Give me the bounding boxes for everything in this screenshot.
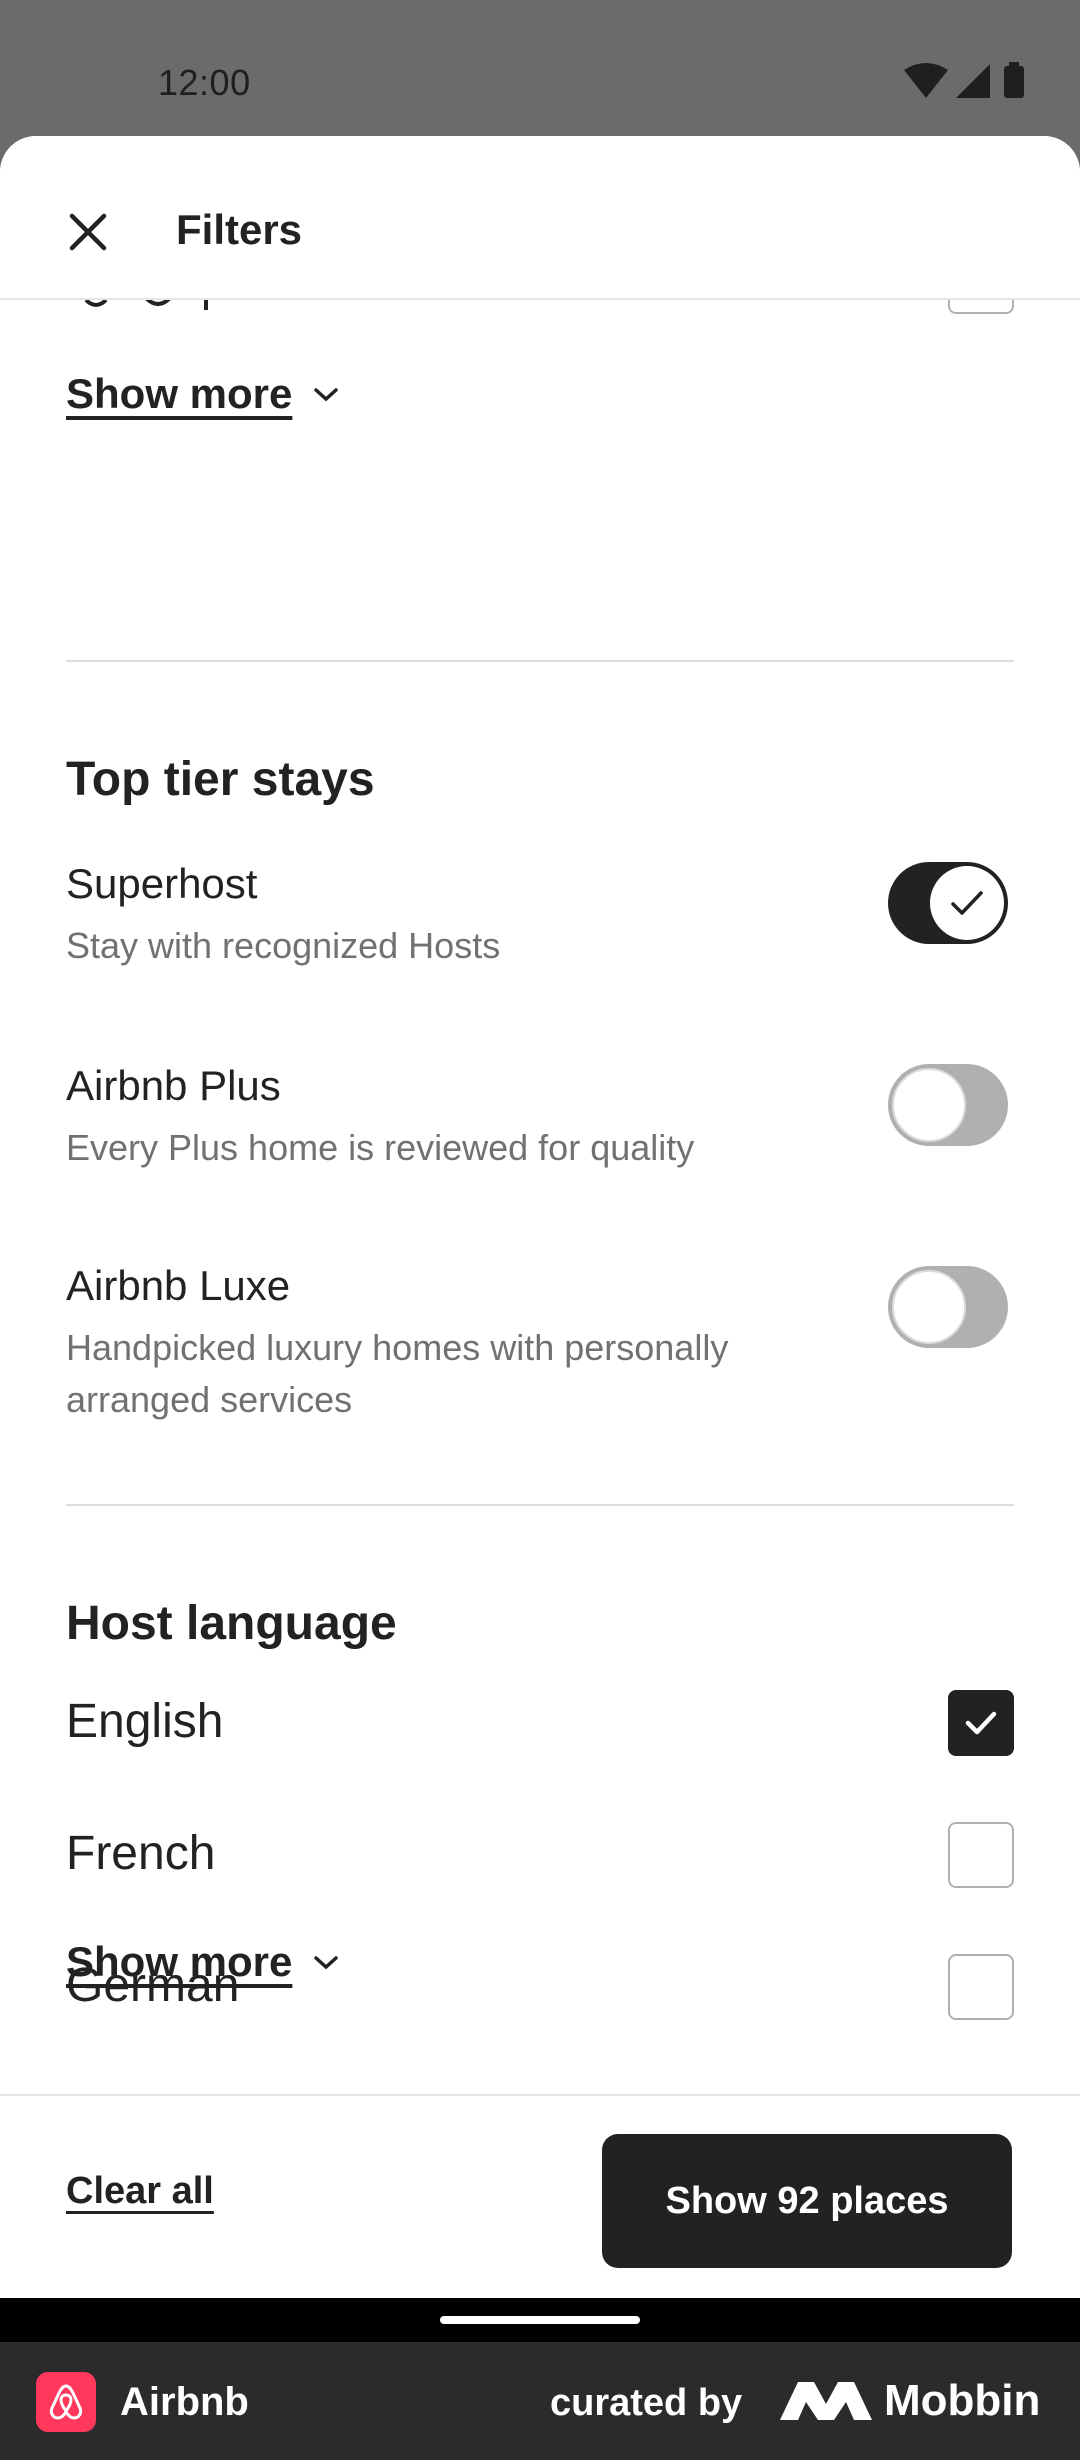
status-icons — [904, 62, 1024, 98]
page-title: Filters — [176, 206, 303, 253]
filters-sheet: Filters Show more Top tier stays Superho… — [0, 136, 1080, 2298]
language-label: French — [66, 1827, 216, 1880]
checkmark-icon — [951, 891, 983, 915]
chevron-down-icon — [312, 1952, 340, 1972]
language-option-french[interactable]: French — [66, 1822, 1014, 1888]
attribution-bar: Airbnb curated by Mobbin — [0, 2342, 1080, 2460]
language-label: English — [66, 1695, 224, 1748]
toggle-row-airbnb-luxe: Airbnb Luxe Handpicked luxury homes with… — [66, 1262, 1014, 1426]
sheet-header: Filters — [0, 136, 1080, 300]
section-divider — [66, 660, 1014, 662]
airbnb-plus-toggle[interactable] — [888, 1064, 1008, 1146]
close-button[interactable] — [54, 198, 122, 266]
clear-all-button[interactable]: Clear all — [66, 2170, 214, 2213]
truncated-row-remnant — [66, 300, 606, 312]
toggle-knob — [892, 1068, 966, 1142]
app-name: Airbnb — [120, 2380, 249, 2424]
toggle-knob — [892, 1270, 966, 1344]
toggle-label: Superhost — [66, 860, 258, 907]
close-icon — [69, 213, 107, 251]
status-bar: 12:00 — [0, 0, 1080, 136]
show-more-label: Show more — [66, 1938, 293, 1985]
truncated-checkbox[interactable] — [948, 300, 1014, 314]
sheet-footer: Clear all Show 92 places — [0, 2094, 1080, 2298]
wifi-icon — [904, 63, 948, 98]
german-checkbox[interactable] — [948, 1954, 1014, 2020]
show-places-button[interactable]: Show 92 places — [602, 2134, 1012, 2268]
battery-icon — [1004, 66, 1024, 98]
checkmark-icon — [965, 1711, 997, 1735]
toggle-knob — [930, 866, 1004, 940]
curated-by-label: curated by — [550, 2382, 743, 2424]
french-checkbox[interactable] — [948, 1822, 1014, 1888]
chevron-down-icon — [312, 384, 340, 404]
show-more-previous[interactable]: Show more — [66, 370, 340, 418]
english-checkbox[interactable] — [948, 1690, 1014, 1756]
toggle-label: Airbnb Luxe — [66, 1262, 291, 1309]
language-option-english[interactable]: English — [66, 1690, 1014, 1756]
status-time: 12:00 — [158, 62, 251, 103]
toggle-description: Handpicked luxury homes with personally … — [66, 1327, 729, 1420]
curator-name: Mobbin — [884, 2376, 1041, 2425]
toggle-description: Stay with recognized Hosts — [66, 925, 501, 966]
filters-content[interactable]: Show more Top tier stays Superhost Stay … — [0, 300, 1080, 2100]
section-divider — [66, 1504, 1014, 1506]
section-title-top-tier: Top tier stays — [66, 753, 375, 806]
toggle-description: Every Plus home is reviewed for quality — [66, 1127, 695, 1168]
toggle-row-superhost: Superhost Stay with recognized Hosts — [66, 860, 1014, 972]
toggle-row-airbnb-plus: Airbnb Plus Every Plus home is reviewed … — [66, 1062, 1014, 1174]
home-gesture-handle[interactable] — [440, 2316, 640, 2324]
toggle-label: Airbnb Plus — [66, 1062, 281, 1109]
show-more-languages[interactable]: Show more — [66, 1938, 340, 1986]
airbnb-logo-icon — [36, 2372, 96, 2432]
mobbin-logo-icon — [780, 2382, 872, 2420]
show-more-label: Show more — [66, 370, 293, 417]
cellular-signal-icon — [956, 64, 990, 98]
system-navigation-bar — [0, 2298, 1080, 2342]
section-title-host-language: Host language — [66, 1597, 397, 1650]
airbnb-luxe-toggle[interactable] — [888, 1266, 1008, 1348]
superhost-toggle[interactable] — [888, 862, 1008, 944]
